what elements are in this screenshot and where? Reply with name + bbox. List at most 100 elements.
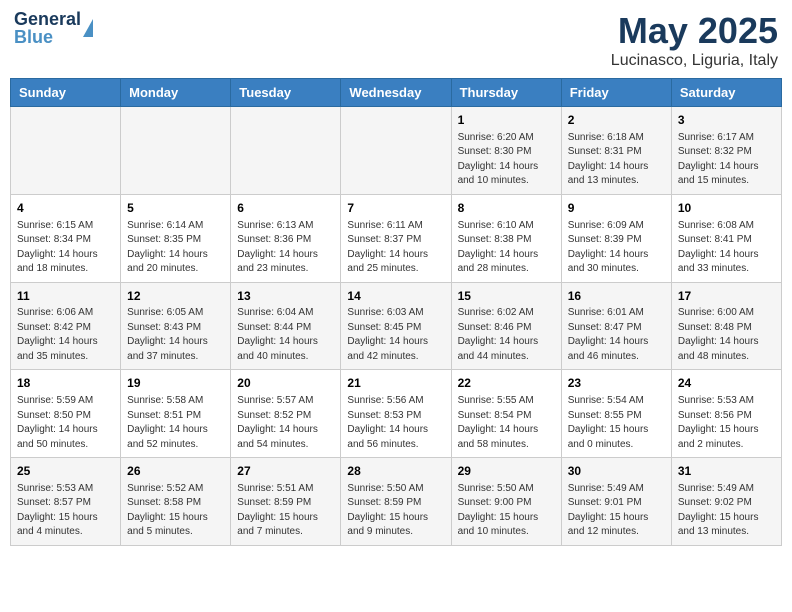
- day-number: 25: [17, 463, 114, 480]
- day-cell: 9 Sunrise: 6:09 AM Sunset: 8:39 PM Daylig…: [561, 194, 671, 282]
- day-info: Sunrise: 5:53 AM Sunset: 8:56 PM Dayligh…: [678, 394, 775, 452]
- weekday-header-sunday: Sunday: [11, 79, 121, 107]
- day-number: 30: [568, 463, 665, 480]
- day-cell: 18 Sunrise: 5:59 AM Sunset: 8:50 PM Dayli…: [11, 370, 121, 458]
- day-number: 7: [347, 200, 444, 217]
- day-info: Sunrise: 6:10 AM Sunset: 8:38 PM Dayligh…: [458, 219, 555, 277]
- week-row-5: 25 Sunrise: 5:53 AM Sunset: 8:57 PM Dayli…: [11, 458, 782, 546]
- day-cell: 19 Sunrise: 5:58 AM Sunset: 8:51 PM Dayli…: [121, 370, 231, 458]
- day-info: Sunrise: 5:56 AM Sunset: 8:53 PM Dayligh…: [347, 394, 444, 452]
- day-number: 20: [237, 375, 334, 392]
- day-cell: 25 Sunrise: 5:53 AM Sunset: 8:57 PM Dayli…: [11, 458, 121, 546]
- weekday-header-thursday: Thursday: [451, 79, 561, 107]
- day-info: Sunrise: 5:54 AM Sunset: 8:55 PM Dayligh…: [568, 394, 665, 452]
- day-number: 14: [347, 288, 444, 305]
- day-cell: [231, 107, 341, 195]
- day-info: Sunrise: 5:59 AM Sunset: 8:50 PM Dayligh…: [17, 394, 114, 452]
- day-cell: 12Sunrise: 6:05 AM Sunset: 8:43 PM Dayli…: [121, 282, 231, 370]
- day-cell: [11, 107, 121, 195]
- logo-triangle-icon: [83, 19, 93, 37]
- day-info: Sunrise: 5:55 AM Sunset: 8:54 PM Dayligh…: [458, 394, 555, 452]
- day-info: Sunrise: 5:49 AM Sunset: 9:02 PM Dayligh…: [678, 482, 775, 540]
- day-cell: [341, 107, 451, 195]
- day-number: 31: [678, 463, 775, 480]
- day-number: 15: [458, 288, 555, 305]
- weekday-header-saturday: Saturday: [671, 79, 781, 107]
- day-number: 5: [127, 200, 224, 217]
- day-info: Sunrise: 5:53 AM Sunset: 8:57 PM Dayligh…: [17, 482, 114, 540]
- day-number: 17: [678, 288, 775, 305]
- day-info: Sunrise: 6:14 AM Sunset: 8:35 PM Dayligh…: [127, 219, 224, 277]
- weekday-header-wednesday: Wednesday: [341, 79, 451, 107]
- day-number: 9: [568, 200, 665, 217]
- day-cell: 15Sunrise: 6:02 AM Sunset: 8:46 PM Dayli…: [451, 282, 561, 370]
- day-info: Sunrise: 6:03 AM Sunset: 8:45 PM Dayligh…: [347, 306, 444, 364]
- day-info: Sunrise: 6:06 AM Sunset: 8:42 PM Dayligh…: [17, 306, 114, 364]
- day-info: Sunrise: 5:49 AM Sunset: 9:01 PM Dayligh…: [568, 482, 665, 540]
- day-info: Sunrise: 5:58 AM Sunset: 8:51 PM Dayligh…: [127, 394, 224, 452]
- day-cell: 2Sunrise: 6:18 AM Sunset: 8:31 PM Daylig…: [561, 107, 671, 195]
- week-row-3: 11Sunrise: 6:06 AM Sunset: 8:42 PM Dayli…: [11, 282, 782, 370]
- calendar-table: SundayMondayTuesdayWednesdayThursdayFrid…: [10, 78, 782, 546]
- week-row-1: 1 Sunrise: 6:20 AM Sunset: 8:30 PM Daylig…: [11, 107, 782, 195]
- day-number: 1: [458, 112, 555, 129]
- logo-blue: Blue: [14, 28, 81, 46]
- day-info: Sunrise: 6:08 AM Sunset: 8:41 PM Dayligh…: [678, 219, 775, 277]
- day-number: 2: [568, 112, 665, 129]
- day-number: 13: [237, 288, 334, 305]
- day-cell: 26Sunrise: 5:52 AM Sunset: 8:58 PM Dayli…: [121, 458, 231, 546]
- weekday-header-monday: Monday: [121, 79, 231, 107]
- weekday-header-friday: Friday: [561, 79, 671, 107]
- day-number: 16: [568, 288, 665, 305]
- day-number: 24: [678, 375, 775, 392]
- day-number: 18: [17, 375, 114, 392]
- week-row-4: 18 Sunrise: 5:59 AM Sunset: 8:50 PM Dayli…: [11, 370, 782, 458]
- day-cell: 29Sunrise: 5:50 AM Sunset: 9:00 PM Dayli…: [451, 458, 561, 546]
- day-cell: 14Sunrise: 6:03 AM Sunset: 8:45 PM Dayli…: [341, 282, 451, 370]
- day-number: 29: [458, 463, 555, 480]
- week-row-2: 4 Sunrise: 6:15 AM Sunset: 8:34 PM Daylig…: [11, 194, 782, 282]
- weekday-header-row: SundayMondayTuesdayWednesdayThursdayFrid…: [11, 79, 782, 107]
- day-number: 10: [678, 200, 775, 217]
- day-cell: 20 Sunrise: 5:57 AM Sunset: 8:52 PM Dayli…: [231, 370, 341, 458]
- day-number: 4: [17, 200, 114, 217]
- day-number: 19: [127, 375, 224, 392]
- day-cell: 17Sunrise: 6:00 AM Sunset: 8:48 PM Dayli…: [671, 282, 781, 370]
- day-cell: 10 Sunrise: 6:08 AM Sunset: 8:41 PM Dayli…: [671, 194, 781, 282]
- day-info: Sunrise: 5:57 AM Sunset: 8:52 PM Dayligh…: [237, 394, 334, 452]
- day-cell: 23 Sunrise: 5:54 AM Sunset: 8:55 PM Dayli…: [561, 370, 671, 458]
- day-number: 23: [568, 375, 665, 392]
- day-info: Sunrise: 6:09 AM Sunset: 8:39 PM Dayligh…: [568, 219, 665, 277]
- day-number: 11: [17, 288, 114, 305]
- day-info: Sunrise: 6:01 AM Sunset: 8:47 PM Dayligh…: [568, 306, 665, 364]
- day-cell: 30 Sunrise: 5:49 AM Sunset: 9:01 PM Dayli…: [561, 458, 671, 546]
- day-info: Sunrise: 6:11 AM Sunset: 8:37 PM Dayligh…: [347, 219, 444, 277]
- day-cell: 11Sunrise: 6:06 AM Sunset: 8:42 PM Dayli…: [11, 282, 121, 370]
- day-info: Sunrise: 5:51 AM Sunset: 8:59 PM Dayligh…: [237, 482, 334, 540]
- logo: General Blue: [14, 10, 93, 46]
- weekday-header-tuesday: Tuesday: [231, 79, 341, 107]
- day-cell: 21 Sunrise: 5:56 AM Sunset: 8:53 PM Dayli…: [341, 370, 451, 458]
- day-cell: 3Sunrise: 6:17 AM Sunset: 8:32 PM Daylig…: [671, 107, 781, 195]
- day-cell: 16Sunrise: 6:01 AM Sunset: 8:47 PM Dayli…: [561, 282, 671, 370]
- day-number: 21: [347, 375, 444, 392]
- day-cell: 28Sunrise: 5:50 AM Sunset: 8:59 PM Dayli…: [341, 458, 451, 546]
- day-info: Sunrise: 6:15 AM Sunset: 8:34 PM Dayligh…: [17, 219, 114, 277]
- day-cell: 27Sunrise: 5:51 AM Sunset: 8:59 PM Dayli…: [231, 458, 341, 546]
- day-info: Sunrise: 6:20 AM Sunset: 8:30 PM Dayligh…: [458, 131, 555, 189]
- day-info: Sunrise: 6:00 AM Sunset: 8:48 PM Dayligh…: [678, 306, 775, 364]
- day-cell: 22Sunrise: 5:55 AM Sunset: 8:54 PM Dayli…: [451, 370, 561, 458]
- day-cell: 7 Sunrise: 6:11 AM Sunset: 8:37 PM Daylig…: [341, 194, 451, 282]
- location-title: Lucinasco, Liguria, Italy: [611, 52, 778, 70]
- day-number: 12: [127, 288, 224, 305]
- day-cell: 8Sunrise: 6:10 AM Sunset: 8:38 PM Daylig…: [451, 194, 561, 282]
- day-info: Sunrise: 5:50 AM Sunset: 8:59 PM Dayligh…: [347, 482, 444, 540]
- day-info: Sunrise: 6:04 AM Sunset: 8:44 PM Dayligh…: [237, 306, 334, 364]
- day-info: Sunrise: 6:05 AM Sunset: 8:43 PM Dayligh…: [127, 306, 224, 364]
- day-cell: 24 Sunrise: 5:53 AM Sunset: 8:56 PM Dayli…: [671, 370, 781, 458]
- day-cell: 31 Sunrise: 5:49 AM Sunset: 9:02 PM Dayli…: [671, 458, 781, 546]
- day-info: Sunrise: 6:13 AM Sunset: 8:36 PM Dayligh…: [237, 219, 334, 277]
- page-header: General Blue May 2025 Lucinasco, Liguria…: [10, 10, 782, 70]
- day-cell: 4 Sunrise: 6:15 AM Sunset: 8:34 PM Daylig…: [11, 194, 121, 282]
- day-info: Sunrise: 6:02 AM Sunset: 8:46 PM Dayligh…: [458, 306, 555, 364]
